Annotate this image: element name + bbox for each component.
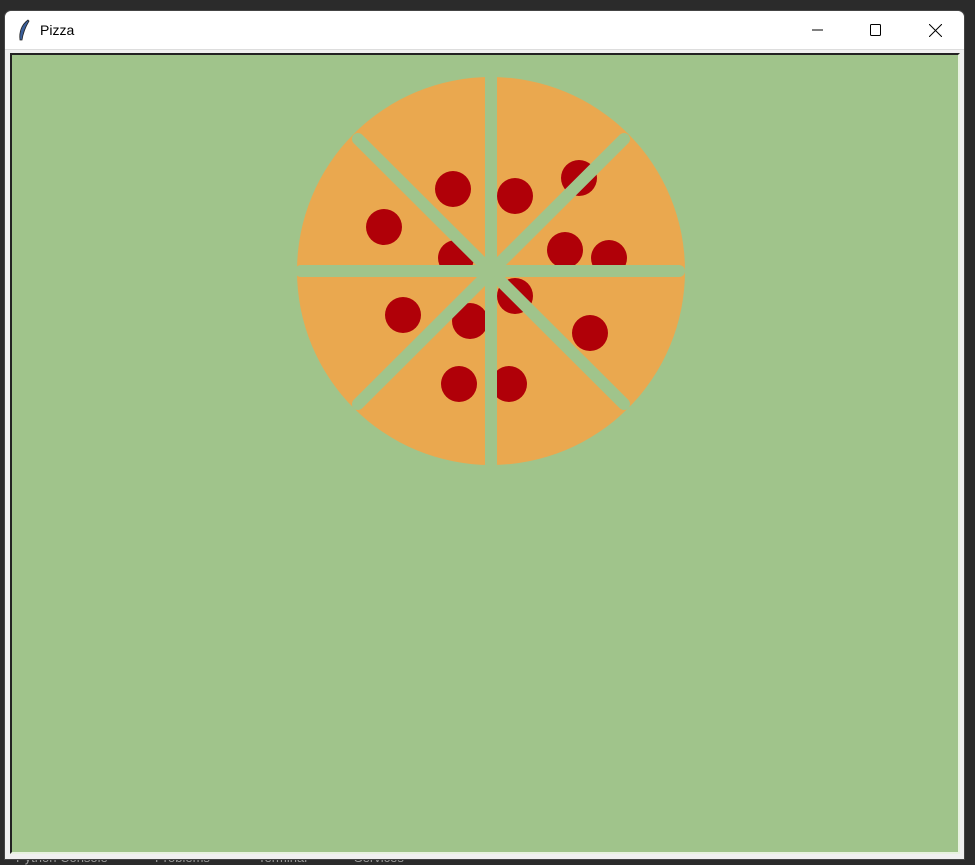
window-title: Pizza xyxy=(40,22,75,38)
close-icon xyxy=(928,23,942,37)
close-button[interactable] xyxy=(906,11,964,49)
pepperoni xyxy=(441,366,477,402)
title-bar[interactable]: Pizza xyxy=(5,11,964,50)
tk-feather-icon xyxy=(19,19,30,41)
pizza-window: Pizza xyxy=(4,10,965,860)
minimize-icon xyxy=(812,29,823,31)
pepperoni xyxy=(572,315,608,351)
maximize-button[interactable] xyxy=(847,11,905,49)
minimize-button[interactable] xyxy=(789,11,847,49)
pepperoni xyxy=(547,232,583,268)
pepperoni xyxy=(385,297,421,333)
drawing-canvas[interactable] xyxy=(10,53,960,854)
pepperoni xyxy=(366,209,402,245)
pizza-drawing xyxy=(295,72,685,470)
pepperoni xyxy=(435,171,471,207)
pepperoni xyxy=(497,178,533,214)
maximize-icon xyxy=(870,24,881,36)
